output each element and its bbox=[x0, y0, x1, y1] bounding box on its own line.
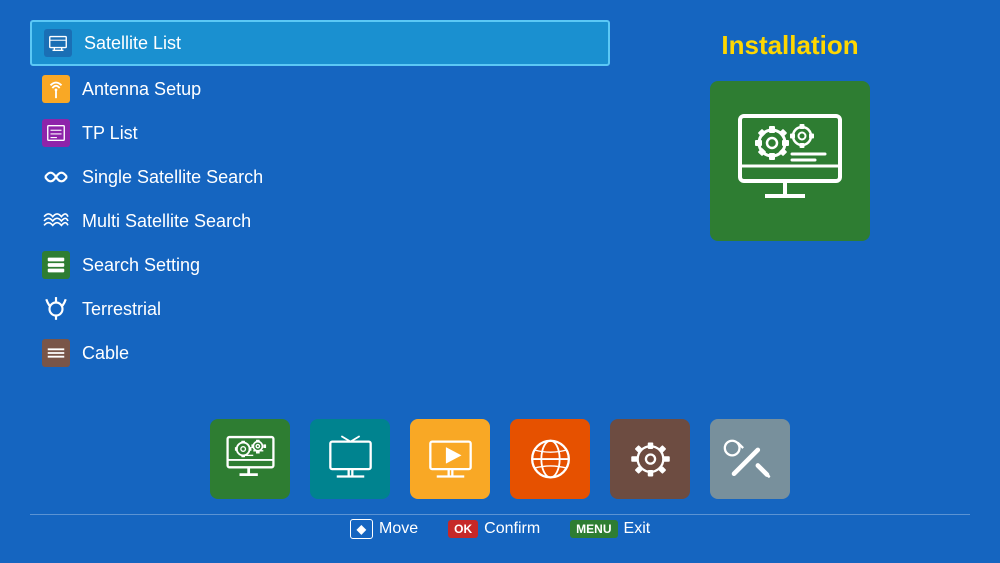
exit-status: MENU Exit bbox=[570, 520, 650, 538]
ok-badge: OK bbox=[448, 520, 478, 538]
menu-item-terrestrial[interactable]: Terrestrial bbox=[30, 288, 610, 330]
installation-title: Installation bbox=[721, 30, 858, 61]
search-setting-icon bbox=[42, 251, 70, 279]
bottom-section: ◆ Move OK Confirm MENU Exit bbox=[30, 414, 970, 543]
move-badge: ◆ bbox=[350, 519, 373, 539]
main-container: Satellite List Antenna Setup bbox=[0, 0, 1000, 563]
installation-icon-box bbox=[710, 81, 870, 241]
menu-item-antenna-setup[interactable]: Antenna Setup bbox=[30, 68, 610, 110]
antenna-icon bbox=[42, 75, 70, 103]
bottom-icon-installation[interactable] bbox=[210, 419, 290, 499]
status-bar: ◆ Move OK Confirm MENU Exit bbox=[30, 514, 970, 543]
menu-item-search-setting[interactable]: Search Setting bbox=[30, 244, 610, 286]
left-panel: Satellite List Antenna Setup bbox=[30, 20, 610, 414]
top-section: Satellite List Antenna Setup bbox=[30, 20, 970, 414]
terrestrial-icon bbox=[42, 295, 70, 323]
terrestrial-label: Terrestrial bbox=[82, 299, 161, 320]
bottom-icon-globe[interactable] bbox=[510, 419, 590, 499]
confirm-label: Confirm bbox=[484, 520, 540, 538]
menu-item-cable[interactable]: Cable bbox=[30, 332, 610, 374]
exit-label: Exit bbox=[624, 520, 651, 538]
tp-list-label: TP List bbox=[82, 123, 138, 144]
satellite-list-icon bbox=[44, 29, 72, 57]
menu-item-single-satellite-search[interactable]: Single Satellite Search bbox=[30, 156, 610, 198]
menu-item-multi-satellite-search[interactable]: Multi Satellite Search bbox=[30, 200, 610, 242]
satellite-list-label: Satellite List bbox=[84, 33, 181, 54]
menu-badge: MENU bbox=[570, 520, 617, 538]
bottom-icon-settings[interactable] bbox=[610, 419, 690, 499]
single-satellite-search-label: Single Satellite Search bbox=[82, 167, 263, 188]
single-search-icon bbox=[42, 163, 70, 191]
move-label: Move bbox=[379, 520, 418, 538]
cable-icon bbox=[42, 339, 70, 367]
antenna-setup-label: Antenna Setup bbox=[82, 79, 201, 100]
bottom-icon-media[interactable] bbox=[410, 419, 490, 499]
cable-label: Cable bbox=[82, 343, 129, 364]
tp-list-icon bbox=[42, 119, 70, 147]
move-status: ◆ Move bbox=[350, 519, 418, 539]
icon-bar bbox=[30, 414, 970, 504]
multi-search-icon bbox=[42, 207, 70, 235]
menu-item-satellite-list[interactable]: Satellite List bbox=[30, 20, 610, 66]
bottom-icon-tv[interactable] bbox=[310, 419, 390, 499]
menu-item-tp-list[interactable]: TP List bbox=[30, 112, 610, 154]
search-setting-label: Search Setting bbox=[82, 255, 200, 276]
right-panel: Installation bbox=[610, 20, 970, 414]
confirm-status: OK Confirm bbox=[448, 520, 540, 538]
bottom-icon-tools[interactable] bbox=[710, 419, 790, 499]
multi-satellite-search-label: Multi Satellite Search bbox=[82, 211, 251, 232]
